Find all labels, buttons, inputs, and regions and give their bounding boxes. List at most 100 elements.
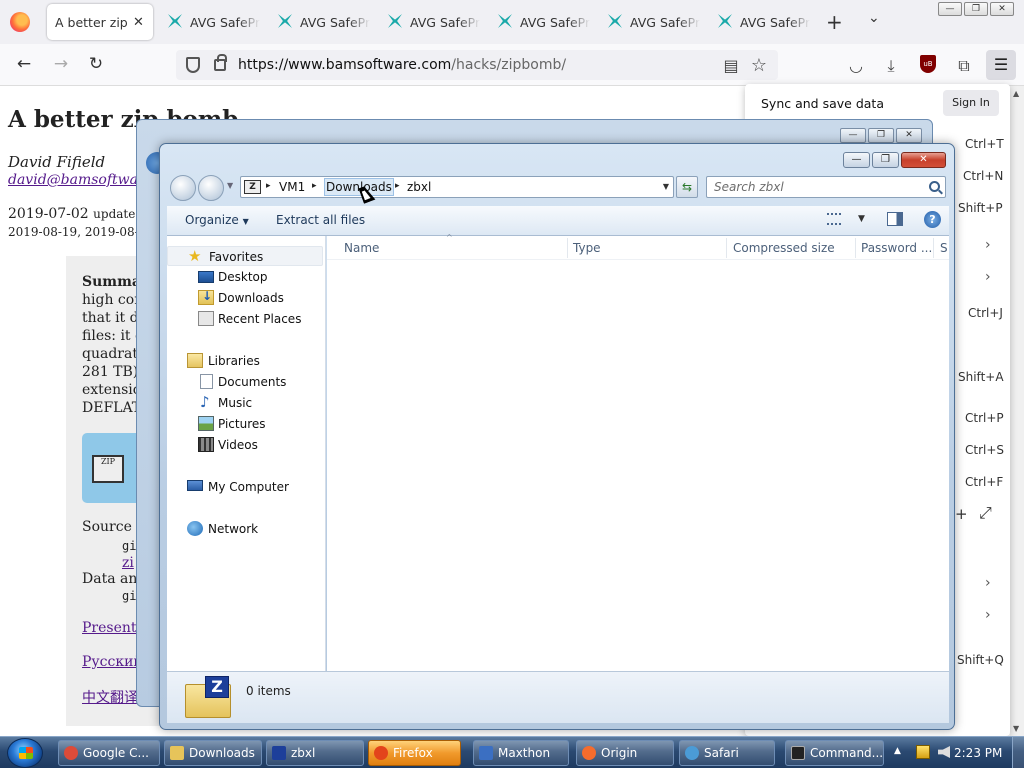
close-button[interactable]: ✕ [901, 152, 946, 168]
new-tab-button[interactable]: + [826, 10, 843, 34]
maximize-button[interactable]: ❐ [964, 2, 988, 16]
tab-close-icon[interactable]: ✕ [133, 15, 144, 30]
preview-pane-icon[interactable] [887, 212, 903, 226]
chinese-link[interactable]: 中文翻译 [82, 687, 138, 707]
taskbar-firefox[interactable]: Firefox [368, 740, 461, 766]
maximize-button[interactable]: ❐ [868, 128, 894, 143]
tab-avg-4[interactable]: AVG SafePrice [490, 4, 590, 40]
tab-active[interactable]: A better zip bomb ✕ [47, 4, 153, 40]
nav-label: Music [218, 396, 253, 410]
forward-button[interactable] [198, 175, 224, 201]
address-dropdown-icon[interactable]: ▼ [663, 182, 669, 191]
breadcrumb-zbxl[interactable]: zbxl [407, 180, 431, 194]
action-center-flag-icon[interactable] [916, 745, 930, 759]
show-desktop-button[interactable] [1012, 737, 1024, 768]
ublock-icon[interactable]: uB [920, 55, 936, 73]
column-separator[interactable] [855, 238, 856, 258]
close-button[interactable]: ✕ [896, 128, 922, 143]
column-password[interactable]: Password ... [861, 241, 932, 255]
view-options-icon[interactable] [827, 213, 841, 225]
nav-label: Pictures [218, 417, 266, 431]
taskbar-label: Maxthon [498, 746, 551, 760]
column-type[interactable]: Type [573, 241, 601, 255]
minimize-button[interactable]: — [938, 2, 962, 16]
taskbar-maxthon[interactable]: Maxthon [473, 740, 569, 766]
date: 2019-07-02 [8, 206, 89, 222]
column-name[interactable]: Name [344, 241, 379, 255]
submenu-arrow-icon[interactable]: › [985, 607, 991, 623]
zoom-in-button[interactable]: + [955, 505, 968, 523]
extract-all-button[interactable]: Extract all files [276, 213, 365, 227]
nav-label: Favorites [209, 250, 264, 264]
nav-favorites[interactable]: ★ Favorites [167, 246, 323, 266]
lock-icon[interactable] [214, 54, 227, 71]
russian-link[interactable]: Русский [82, 654, 143, 670]
tab-avg-1[interactable]: AVG SafePrice [160, 4, 260, 40]
taskbar-safari[interactable]: Safari [679, 740, 775, 766]
download-icon[interactable]: ⤓ [880, 56, 902, 76]
tab-avg-3[interactable]: AVG SafePrice [380, 4, 480, 40]
maximize-button[interactable]: ❐ [872, 152, 899, 168]
sign-in-button[interactable]: Sign In [943, 90, 999, 116]
author-email-link[interactable]: david@bamsoftware [8, 172, 153, 188]
zip-file-icon: ZIP [82, 433, 142, 503]
volume-icon[interactable] [938, 746, 950, 758]
summary-line: DEFLAT [82, 400, 142, 416]
start-button[interactable] [7, 738, 43, 768]
view-dropdown-icon[interactable]: ▼ [858, 214, 865, 224]
taskbar-label: Downloads [189, 746, 255, 760]
submenu-arrow-icon[interactable]: › [985, 269, 991, 285]
bookmark-star-icon[interactable]: ☆ [748, 55, 770, 76]
breadcrumb-downloads[interactable]: Downloads [324, 178, 394, 196]
column-size[interactable]: S [940, 241, 948, 255]
reload-button[interactable]: ↻ [84, 54, 108, 74]
fullscreen-icon[interactable]: ⤢ [979, 503, 992, 523]
breadcrumb-separator-icon[interactable]: ▸ [266, 181, 271, 191]
address-bar[interactable]: Z ▸ VM1 ▸ Downloads ▸ zbxl ▼ [240, 176, 674, 198]
taskbar: Google C... Downloads zbxl Firefox Maxth… [0, 736, 1024, 768]
clock[interactable]: 2:23 PM [954, 746, 1002, 760]
organize-button[interactable]: Organize ▼ [185, 213, 249, 227]
column-separator[interactable] [567, 238, 568, 258]
reader-view-icon[interactable]: ▤ [720, 56, 742, 75]
back-button[interactable] [170, 175, 196, 201]
tab-avg-5[interactable]: AVG SafePrice [600, 4, 700, 40]
submenu-arrow-icon[interactable]: › [985, 575, 991, 591]
column-compressed-size[interactable]: Compressed size [733, 241, 835, 255]
breadcrumb-vm1[interactable]: VM1 [279, 180, 305, 194]
minimize-button[interactable]: — [840, 128, 866, 143]
forward-button[interactable]: → [49, 54, 73, 74]
zip-link[interactable]: zi [122, 555, 134, 571]
taskbar-command-prompt[interactable]: Command... [785, 740, 884, 766]
tab-list-button[interactable]: ⌄ [868, 10, 880, 26]
file-list[interactable]: ^ Name Type Compressed size Password ...… [327, 233, 949, 671]
breadcrumb-separator-icon[interactable]: ▸ [312, 181, 317, 191]
taskbar-origin[interactable]: Origin [576, 740, 674, 766]
breadcrumb-separator-icon[interactable]: ▸ [395, 181, 400, 191]
taskbar-zbxl[interactable]: zbxl [266, 740, 364, 766]
summary-line: files: it e [82, 328, 144, 344]
column-separator[interactable] [933, 238, 934, 258]
search-icon[interactable] [929, 181, 940, 192]
back-button[interactable]: ← [12, 54, 36, 74]
menu-icon[interactable]: ☰ [986, 50, 1016, 80]
refresh-button[interactable]: ⇆ [676, 176, 698, 198]
taskbar-chrome[interactable]: Google C... [58, 740, 160, 766]
url-bar[interactable]: https://www.bamsoftware.com/hacks/zipbom… [176, 50, 778, 80]
shield-icon[interactable] [186, 57, 200, 73]
close-button[interactable]: ✕ [990, 2, 1014, 16]
tab-avg-2[interactable]: AVG SafePrice [270, 4, 370, 40]
taskbar-downloads[interactable]: Downloads [164, 740, 262, 766]
nav-bar: ← → ↻ https://www.bamsoftware.com/hacks/… [0, 44, 1024, 86]
pocket-icon[interactable]: ◡ [845, 56, 867, 75]
tab-avg-6[interactable]: AVG SafePrice [710, 4, 810, 40]
page-scrollbar[interactable] [1010, 86, 1024, 736]
extensions-icon[interactable]: ⧉ [953, 56, 975, 76]
minimize-button[interactable]: — [843, 152, 870, 168]
column-separator[interactable] [726, 238, 727, 258]
recent-pages-dropdown-icon[interactable]: ▼ [227, 181, 233, 190]
help-icon[interactable]: ? [924, 211, 941, 228]
search-box[interactable]: Search zbxl [706, 176, 946, 198]
submenu-arrow-icon[interactable]: › [985, 237, 991, 253]
tray-expand-icon[interactable]: ▲ [894, 746, 901, 756]
